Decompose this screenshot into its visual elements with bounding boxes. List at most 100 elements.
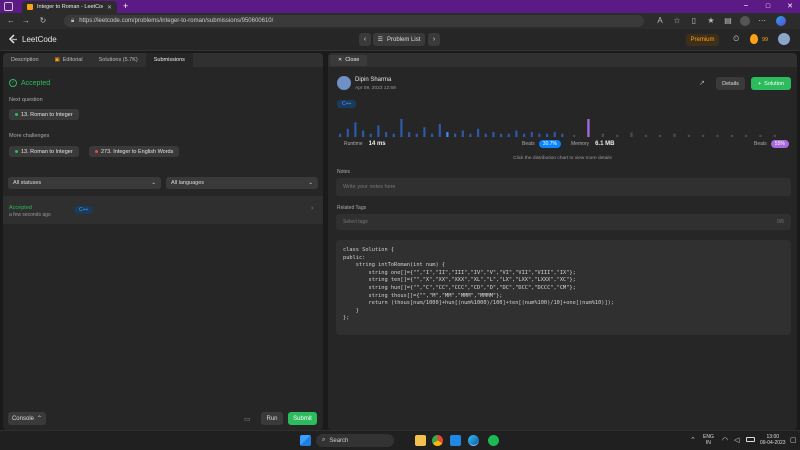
clock[interactable]: 13:00 09-04-2023 — [760, 434, 786, 446]
problem-list-button[interactable]: ☰ Problem List — [373, 33, 425, 46]
file-explorer-icon[interactable] — [415, 435, 426, 446]
runtime-value: 14 ms — [368, 141, 386, 147]
fire-icon[interactable] — [750, 34, 758, 44]
forward-icon[interactable]: → — [21, 16, 31, 26]
split-screen-icon[interactable]: ▯ — [689, 16, 699, 26]
profile-icon[interactable] — [740, 16, 750, 26]
tab-label: Solutions (5.7K) — [98, 57, 138, 63]
details-button[interactable]: Details — [716, 77, 745, 90]
editorial-icon: ▣ — [54, 57, 60, 63]
left-tab-row: Description ▣ Editorial Solutions (5.7K) … — [3, 53, 323, 67]
browser-tab[interactable]: Integer to Roman - LeetCode ✕ — [22, 1, 117, 13]
code-line: string hun[]={"","C","CC","CCC","CD","D"… — [343, 284, 576, 291]
close-window-button[interactable]: ✕ — [780, 0, 800, 13]
distribution-bar — [601, 133, 604, 137]
memory-distribution-svg — [573, 119, 776, 138]
collections-icon[interactable]: ▤ — [723, 16, 733, 26]
challenge-chip[interactable]: 273. Integer to English Words — [89, 146, 180, 157]
new-tab-button[interactable]: + — [123, 1, 128, 11]
tab-close-icon[interactable]: ✕ — [107, 4, 112, 11]
prev-problem-button[interactable]: ‹ — [359, 33, 371, 46]
tags-select[interactable]: Select tags 0/5 — [336, 214, 791, 230]
tab-solutions[interactable]: Solutions (5.7K) — [91, 53, 146, 67]
taskbar-search[interactable]: ⌕ Search — [316, 434, 394, 447]
chevron-right-icon: › — [311, 205, 314, 212]
clipboard-icon[interactable]: ▭ — [244, 415, 251, 423]
spotify-icon[interactable] — [488, 435, 499, 446]
distribution-bar — [385, 132, 388, 137]
runtime-chart[interactable] — [339, 115, 569, 137]
url-bar[interactable]: 🔒︎ https://leetcode.com/problems/integer… — [64, 15, 644, 27]
user-name[interactable]: Dipin Sharma — [355, 77, 391, 83]
notification-icon[interactable]: ▢ — [790, 436, 797, 444]
distribution-bar — [477, 128, 480, 137]
next-question-chip[interactable]: 13. Roman to Integer — [9, 109, 79, 120]
distribution-bar — [423, 127, 426, 137]
distribution-bar — [346, 128, 349, 137]
code-line: string thous[]={"","M","MM","MMM","MMMM"… — [343, 292, 503, 299]
windows-start-icon[interactable] — [300, 435, 311, 446]
highlighted-bar — [446, 132, 449, 137]
memory-beats: Beats 55% — [754, 140, 789, 148]
avatar[interactable] — [778, 33, 790, 45]
accepted-heading: ✓ Accepted — [9, 79, 50, 87]
timer-icon[interactable]: ⏲ — [733, 34, 739, 44]
read-aloud-icon[interactable]: A — [655, 16, 665, 26]
submission-date: Apr 09, 2023 12:59 — [355, 86, 396, 91]
edge-icon[interactable] — [468, 435, 479, 446]
submission-row[interactable]: Accepted a few seconds ago C++ › — [3, 196, 323, 224]
runtime-beats-badge: 30.7% — [538, 140, 561, 148]
share-icon[interactable]: ↗ — [699, 79, 705, 87]
vscode-icon[interactable] — [450, 435, 461, 446]
solution-button[interactable]: + Solution — [751, 77, 791, 90]
console-label: Console — [11, 415, 34, 422]
tray-chevron-icon[interactable]: ⌃ — [690, 436, 696, 444]
favorite-star-icon[interactable]: ☆ — [672, 16, 682, 26]
code-line: public: — [343, 254, 366, 261]
next-problem-button[interactable]: › — [428, 33, 440, 46]
chrome-icon[interactable] — [432, 435, 443, 446]
distribution-bar — [716, 134, 719, 138]
distribution-bar — [687, 134, 690, 138]
clock-date: 09-04-2023 — [760, 440, 786, 446]
back-icon[interactable]: ← — [6, 16, 16, 26]
submit-button[interactable]: Submit — [288, 412, 317, 425]
code-line: class Solution { — [343, 247, 395, 253]
console-button[interactable]: Console ⌃ — [8, 412, 46, 425]
distribution-bar — [431, 133, 434, 137]
tab-submissions[interactable]: Submissions — [145, 53, 193, 67]
volume-icon[interactable]: ◁ — [734, 436, 739, 444]
tab-label: Submissions — [153, 57, 185, 63]
leetcode-logo[interactable]: LeetCode — [8, 34, 57, 45]
challenge-chip[interactable]: 13. Roman to Integer — [9, 146, 79, 157]
language-filter-select[interactable]: All languages ⌄ — [166, 177, 318, 189]
logo-text: LeetCode — [22, 35, 57, 44]
notes-placeholder: Write your notes here — [343, 184, 396, 190]
minimize-button[interactable]: − — [736, 0, 756, 13]
battery-icon[interactable] — [746, 437, 755, 442]
favorites-icon[interactable]: ★ — [706, 16, 716, 26]
run-button[interactable]: Run — [261, 412, 283, 425]
distribution-bar — [500, 133, 503, 137]
close-submission-tab[interactable]: ✕ Close — [330, 54, 368, 66]
memory-chart[interactable] — [573, 115, 788, 138]
wifi-icon[interactable]: ◠ — [722, 436, 728, 444]
copilot-icon[interactable] — [776, 16, 786, 26]
leetcode-favicon-icon — [27, 4, 33, 10]
tab-editorial[interactable]: ▣ Editorial — [47, 53, 91, 67]
tab-description[interactable]: Description — [3, 53, 47, 67]
windows-taskbar: ⌕ Search ⌃ ENG IN ◠ ◁ 13:00 09-04-2023 ▢ — [0, 430, 800, 450]
refresh-icon[interactable]: ↻ — [38, 16, 48, 26]
distribution-bar — [773, 134, 776, 138]
right-panel: ✕ Close Dipin Sharma Apr 09, 2023 12:59 … — [328, 53, 797, 430]
distribution-bar — [507, 133, 510, 137]
maximize-button[interactable]: □ — [758, 0, 778, 13]
more-menu-icon[interactable]: ⋯ — [757, 16, 767, 26]
distribution-bar — [730, 134, 733, 138]
notes-input[interactable]: Write your notes here — [336, 178, 791, 196]
language-indicator[interactable]: ENG IN — [703, 434, 714, 446]
browser-menu-icon[interactable] — [4, 2, 13, 11]
address-bar-row: ← → ↻ 🔒︎ https://leetcode.com/problems/i… — [0, 13, 800, 29]
status-filter-select[interactable]: All statuses ⌄ — [8, 177, 161, 189]
premium-button[interactable]: Premium — [686, 34, 719, 46]
